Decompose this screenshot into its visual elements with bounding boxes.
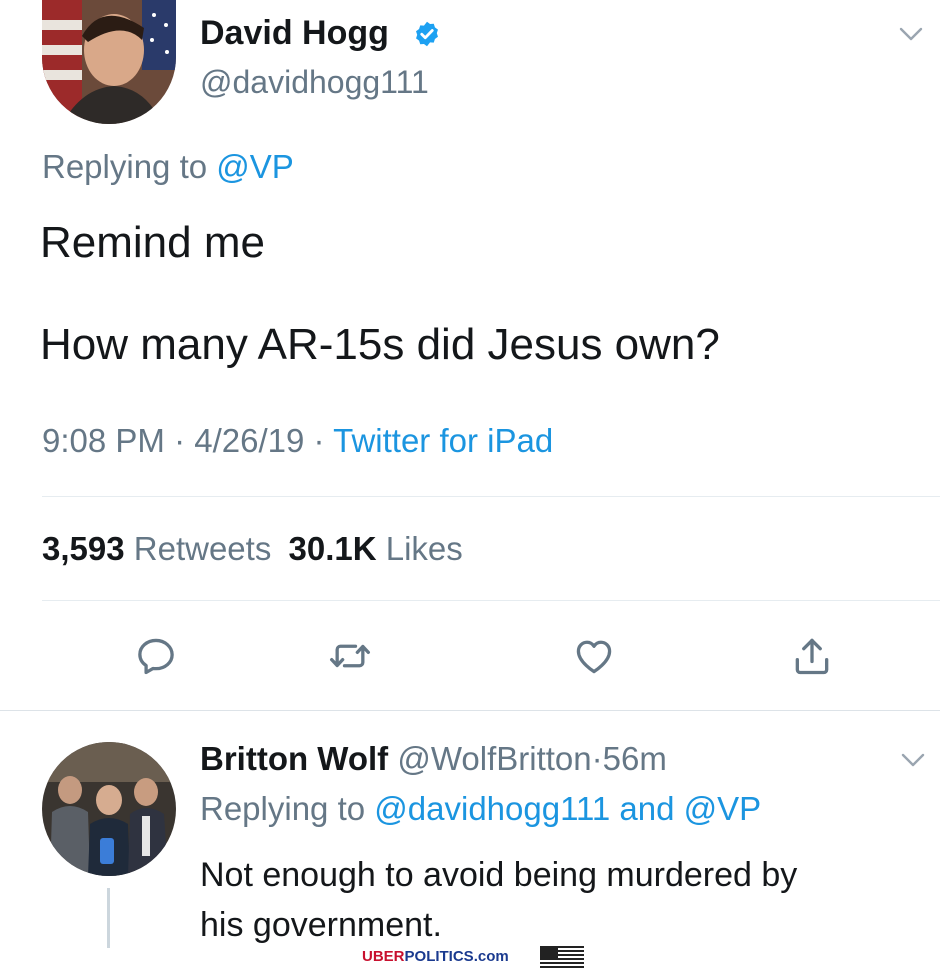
retweet-button[interactable] [320, 626, 380, 686]
reply-author-name[interactable]: Britton Wolf [200, 740, 388, 777]
retweets-count: 3,593 [42, 530, 125, 567]
retweets-stat[interactable]: 3,593 Retweets [42, 530, 281, 567]
reply-text-line1: Not enough to avoid being murdered by [200, 856, 798, 894]
likes-stat[interactable]: 30.1K Likes [289, 530, 463, 567]
reply-button[interactable] [126, 626, 186, 686]
reply-replying-prefix: Replying to [200, 790, 366, 827]
retweet-icon [330, 644, 370, 668]
author-handle[interactable]: @davidhogg111 [200, 64, 429, 101]
tweet-text-line1: Remind me [40, 218, 265, 267]
verified-badge-icon [413, 20, 441, 53]
tweet-meta: 9:08 PM · 4/26/19 · Twitter for iPad [42, 422, 553, 460]
likes-label: Likes [385, 530, 463, 567]
author-name[interactable]: David Hogg [200, 14, 389, 53]
reply-icon [138, 638, 174, 675]
tweet-stats: 3,593 Retweets 30.1K Likes [42, 530, 463, 568]
likes-count: 30.1K [288, 530, 377, 567]
reply-handle-link-2[interactable]: @VP [684, 790, 762, 827]
reply-and: and [619, 790, 675, 827]
retweets-label: Retweets [133, 530, 272, 567]
author-avatar[interactable] [42, 0, 176, 124]
divider-top [42, 496, 940, 497]
reply-header: Britton Wolf @WolfBritton·56m [200, 740, 667, 778]
thread-line [107, 888, 110, 948]
watermark-uber: UBER [362, 948, 405, 965]
tweet-source-link[interactable]: Twitter for iPad [333, 422, 553, 459]
replying-prefix: Replying to [42, 148, 208, 185]
reply-age[interactable]: 56m [603, 740, 667, 777]
tweet-date[interactable]: 4/26/19 [194, 422, 304, 459]
reply-sep: · [591, 740, 603, 777]
watermark-com: .com [473, 948, 509, 965]
meta-sep: · [174, 422, 186, 459]
meta-sep: · [313, 422, 325, 459]
tweet-time[interactable]: 9:08 PM [42, 422, 165, 459]
divider-mid [42, 600, 940, 601]
chevron-down-icon[interactable] [900, 752, 926, 773]
share-button[interactable] [782, 626, 842, 686]
reply-handle-link-1[interactable]: @davidhogg111 [374, 790, 610, 827]
replying-handle-link[interactable]: @VP [216, 148, 294, 185]
divider-bottom [0, 710, 940, 711]
reply-author-avatar[interactable] [42, 742, 176, 876]
share-icon [795, 638, 829, 675]
replying-to: Replying to @VP [42, 148, 294, 186]
watermark-politics: POLITICS [404, 948, 474, 965]
heart-icon [576, 640, 612, 674]
flag-icon [540, 946, 584, 975]
watermark: UBERPOLITICS.com [362, 948, 509, 965]
like-button[interactable] [564, 626, 624, 686]
tweet-text-line2: How many AR-15s did Jesus own? [40, 320, 720, 369]
reply-author-handle[interactable]: @WolfBritton [397, 740, 591, 777]
reply-text-line2: his government. [200, 906, 442, 944]
chevron-down-icon[interactable] [898, 26, 924, 47]
reply-replying-to: Replying to @davidhogg111 and @VP [200, 790, 761, 828]
